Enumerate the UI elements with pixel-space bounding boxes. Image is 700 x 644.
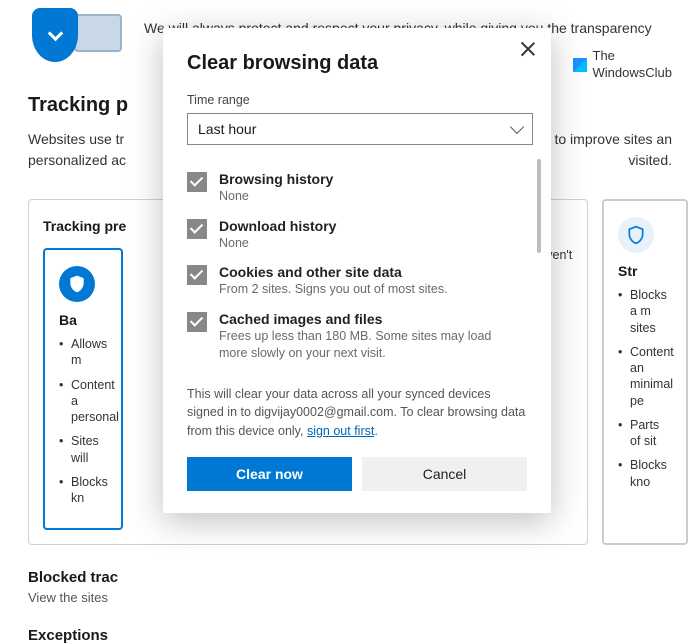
option-browsing-history[interactable]: Browsing history None xyxy=(187,171,527,206)
option-sub: Frees up less than 180 MB. Some sites ma… xyxy=(219,328,519,363)
option-title: Cached images and files xyxy=(219,311,519,327)
checkbox-cache[interactable] xyxy=(187,312,207,332)
chevron-down-icon xyxy=(510,120,524,134)
sign-out-link[interactable]: sign out first xyxy=(307,424,374,438)
option-sub: None xyxy=(219,235,336,253)
option-title: Browsing history xyxy=(219,171,333,187)
checkbox-cookies[interactable] xyxy=(187,265,207,285)
checkbox-browsing-history[interactable] xyxy=(187,172,207,192)
option-download-history[interactable]: Download history None xyxy=(187,218,527,253)
exceptions-heading: Exceptions xyxy=(28,627,672,644)
option-cookies[interactable]: Cookies and other site data From 2 sites… xyxy=(187,264,527,299)
blocked-trackers-sub: View the sites xyxy=(28,590,672,605)
checkbox-download-history[interactable] xyxy=(187,219,207,239)
option-title: Cookies and other site data xyxy=(219,264,448,280)
scrollbar-thumb[interactable] xyxy=(537,159,541,253)
time-range-label: Time range xyxy=(187,93,547,107)
close-icon[interactable] xyxy=(519,40,537,58)
option-sub: From 2 sites. Signs you out of most site… xyxy=(219,281,448,299)
time-range-select[interactable]: Last hour xyxy=(187,113,533,145)
blocked-trackers-heading: Blocked trac xyxy=(28,569,672,586)
sync-note: This will clear your data across all you… xyxy=(187,385,527,441)
option-title: Download history xyxy=(219,218,336,234)
cancel-button[interactable]: Cancel xyxy=(362,457,527,491)
clear-browsing-data-dialog: Clear browsing data Time range Last hour… xyxy=(163,28,551,513)
clear-now-button[interactable]: Clear now xyxy=(187,457,352,491)
dialog-title: Clear browsing data xyxy=(187,52,547,75)
option-sub: None xyxy=(219,188,333,206)
time-range-value: Last hour xyxy=(198,121,256,137)
option-cache[interactable]: Cached images and files Frees up less th… xyxy=(187,311,527,363)
